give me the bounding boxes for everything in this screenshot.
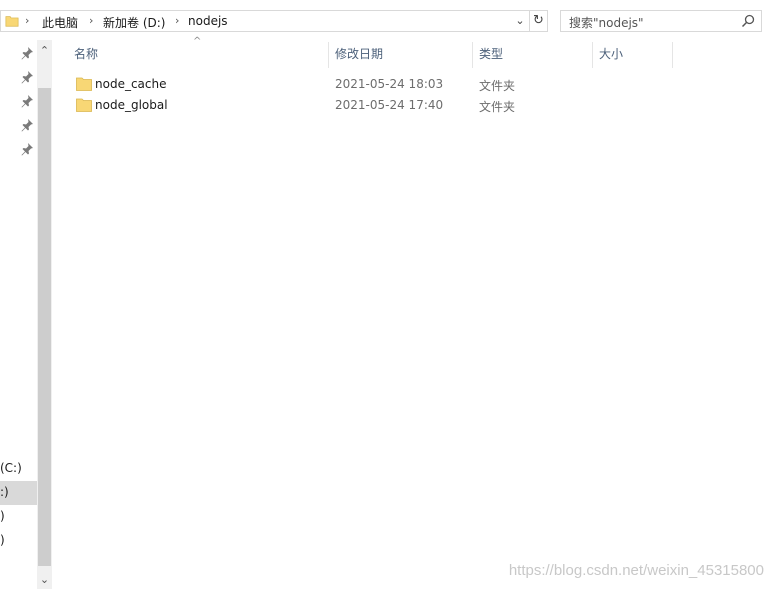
chevron-down-icon[interactable]: ⌄ [513,13,527,29]
file-type: 文件夹 [479,100,516,114]
nav-scrollbar[interactable]: ⌃ ⌄ [37,40,52,589]
column-divider[interactable] [472,42,473,68]
refresh-icon: ↻ [533,13,544,28]
nav-item-drive-c[interactable]: (C:) [0,461,22,475]
breadcrumb-this-pc[interactable]: 此电脑 [42,14,78,31]
scroll-down-icon[interactable]: ⌄ [37,571,52,589]
refresh-button[interactable]: ↻ [530,10,548,32]
address-bar[interactable]: › 此电脑 › 新加卷 (D:) › nodejs ⌄ [0,10,530,32]
file-modified: 2021-05-24 17:40 [335,98,444,112]
watermark: https://blog.csdn.net/weixin_45315800 [508,562,764,579]
folder-icon [76,77,92,91]
sort-ascending-icon: ^ [193,36,202,47]
breadcrumb-nodejs[interactable]: nodejs [188,14,228,28]
column-header-date[interactable]: 修改日期 [335,44,383,68]
file-modified: 2021-05-24 18:03 [335,77,444,91]
file-row[interactable]: node_cache 2021-05-24 18:03 文件夹 [70,74,770,94]
navigation-pane[interactable]: (C:) :) ) ) [0,40,37,589]
column-header-type[interactable]: 类型 [479,44,503,68]
file-row[interactable]: node_global 2021-05-24 17:40 文件夹 [70,95,770,115]
pin-icon[interactable] [20,142,34,156]
breadcrumb-separator: › [25,14,30,27]
pin-icon[interactable] [20,46,34,60]
breadcrumb-separator: › [89,14,94,27]
scroll-up-icon[interactable]: ⌃ [37,42,52,60]
search-input[interactable]: 搜索"nodejs" [560,10,762,32]
scrollbar-thumb[interactable] [38,88,51,566]
pin-icon[interactable] [20,118,34,132]
pin-icon[interactable] [20,70,34,84]
nav-item-drive[interactable]: ) [0,533,5,547]
pin-icon[interactable] [20,94,34,108]
file-type: 文件夹 [479,79,516,93]
nav-item-drive[interactable]: ) [0,509,5,523]
folder-icon [76,98,92,112]
nav-item-drive-d[interactable]: :) [0,485,9,499]
column-divider[interactable] [672,42,673,68]
breadcrumb-separator: › [175,14,180,27]
column-header-name[interactable]: 名称 [74,44,98,68]
breadcrumb-drive-d[interactable]: 新加卷 (D:) [103,14,165,31]
column-divider[interactable] [592,42,593,68]
file-name[interactable]: node_global [95,98,168,112]
search-placeholder: 搜索"nodejs" [569,16,644,30]
search-icon [741,14,755,28]
folder-icon [5,16,19,27]
column-header-size[interactable]: 大小 [599,44,623,68]
file-name[interactable]: node_cache [95,77,166,91]
column-divider[interactable] [328,42,329,68]
